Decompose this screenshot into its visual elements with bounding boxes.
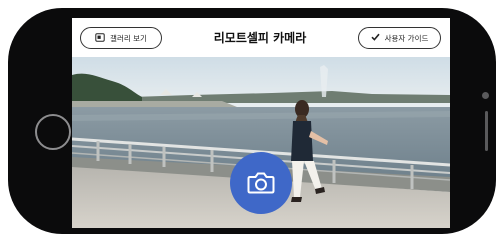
speaker-grille: [485, 111, 488, 151]
camera-icon: [230, 172, 292, 218]
shutter-button[interactable]: [230, 152, 292, 214]
gallery-button[interactable]: 갤러리 보기: [80, 27, 162, 49]
home-button[interactable]: [35, 114, 71, 150]
app-screen: 갤러리 보기 리모트셀피 카메라 사용자 가이드: [72, 18, 450, 228]
checkmark-icon: [371, 33, 380, 43]
front-camera: [482, 92, 489, 99]
top-bar: 갤러리 보기 리모트셀피 카메라 사용자 가이드: [72, 18, 450, 57]
gallery-icon: [95, 32, 105, 44]
user-guide-button[interactable]: 사용자 가이드: [358, 27, 441, 49]
page-title: 리모트셀피 카메라: [213, 31, 307, 45]
user-guide-button-label: 사용자 가이드: [384, 33, 429, 43]
gallery-button-label: 갤러리 보기: [110, 33, 147, 43]
